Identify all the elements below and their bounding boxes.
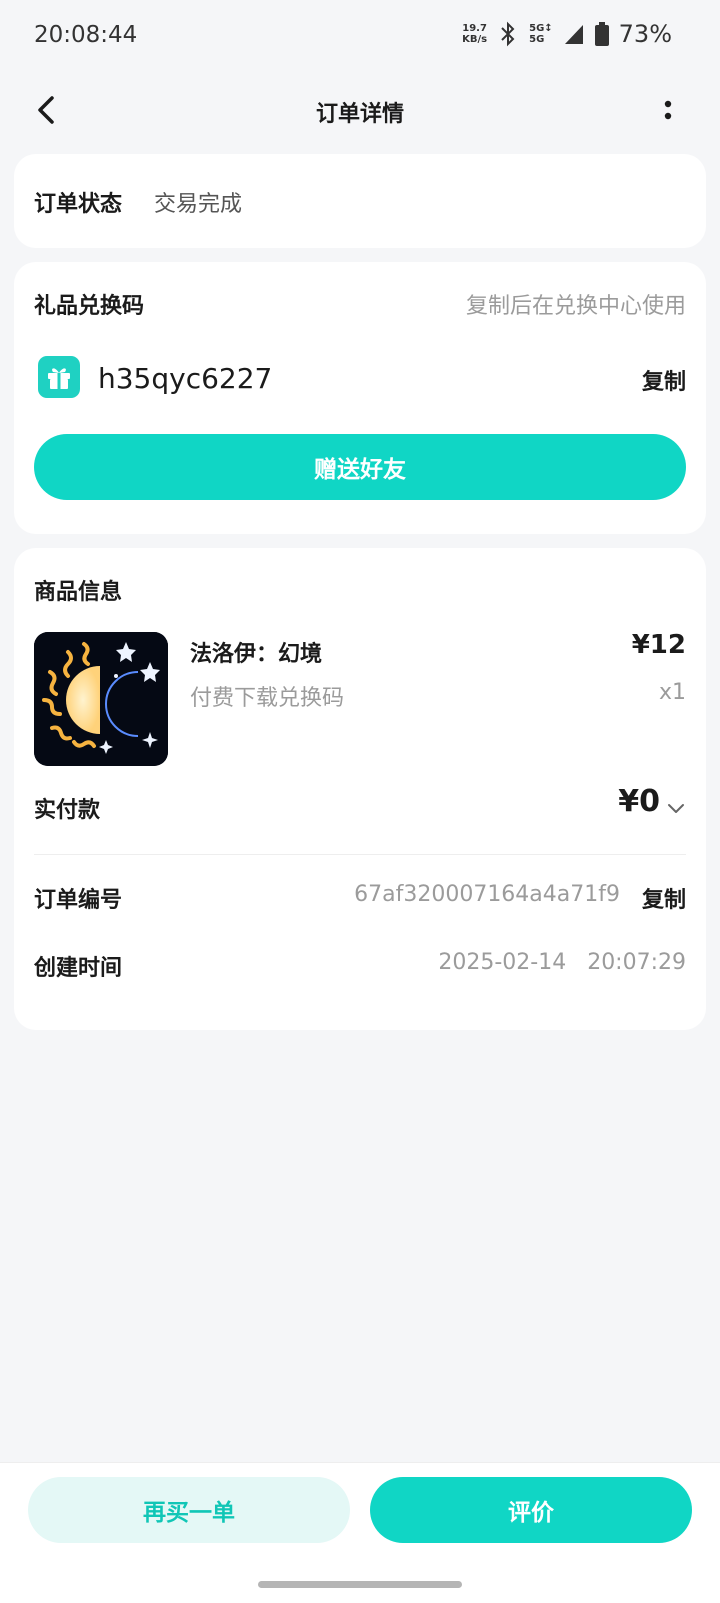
payment-label: 实付款 (34, 798, 101, 823)
created-time-value: 2025-02-14 20:07:29 (438, 950, 686, 975)
network-type-bottom: 5G (529, 34, 545, 45)
copy-gift-code-button[interactable]: 复制 (642, 364, 686, 396)
order-status-card: 订单状态 交易完成 (14, 154, 706, 248)
home-indicator[interactable] (258, 1581, 462, 1588)
page-title: 订单详情 (315, 102, 404, 127)
product-subtitle: 付费下载兑换码 (190, 686, 345, 711)
battery-icon (594, 22, 609, 46)
network-speed-value: 19.7 (462, 23, 487, 34)
sun-moon-game-icon (34, 632, 168, 766)
product-section-title: 商品信息 (34, 580, 123, 605)
gift-icon (38, 356, 80, 398)
gift-code-hint: 复制后在兑换中心使用 (465, 294, 686, 319)
order-number-label: 订单编号 (34, 888, 123, 913)
battery-percent: 73% (618, 20, 672, 48)
order-number-value: 67af320007164a4a71f9 (354, 882, 620, 907)
product-info-card: 商品信息 法洛伊：幻境 付费下载兑换码 ¥12 x1 实付款 ¥0 订单编号 6… (14, 548, 706, 1030)
nav-bar: 订单详情 (0, 72, 720, 150)
status-icons: 19.7 KB/s 5G↕ 5G 73% (462, 20, 672, 48)
network-speed-unit: KB/s (462, 34, 488, 45)
divider (34, 854, 686, 855)
product-name[interactable]: 法洛伊：幻境 (190, 636, 322, 668)
network-speed: 19.7 KB/s (462, 23, 487, 45)
product-quantity: x1 (658, 680, 686, 705)
order-status-label: 订单状态 (34, 192, 123, 217)
bluetooth-icon (501, 21, 515, 47)
product-image[interactable] (34, 632, 168, 766)
payment-amount[interactable]: ¥0 (618, 784, 660, 819)
review-button[interactable]: 评价 (370, 1477, 692, 1543)
status-bar: 20:08:44 19.7 KB/s 5G↕ 5G 73% (0, 0, 720, 72)
network-type: 5G↕ 5G (529, 23, 553, 45)
gift-code-title: 礼品兑换码 (34, 294, 145, 319)
send-to-friend-button[interactable]: 赠送好友 (34, 434, 686, 500)
order-status-value: 交易完成 (154, 192, 243, 217)
status-time: 20:08:44 (34, 22, 138, 48)
created-time-label: 创建时间 (34, 956, 123, 981)
chevron-down-icon[interactable] (666, 798, 686, 818)
buy-again-button[interactable]: 再买一单 (28, 1477, 350, 1543)
more-vertical-icon[interactable] (656, 94, 680, 126)
copy-order-number-button[interactable]: 复制 (642, 882, 686, 914)
gift-code-card: 礼品兑换码 复制后在兑换中心使用 h35qyc6227 复制 赠送好友 (14, 262, 706, 534)
network-type-top: 5G↕ (529, 23, 553, 34)
bottom-action-bar: 再买一单 评价 (0, 1462, 720, 1603)
gift-code-value: h35qyc6227 (98, 362, 273, 395)
signal-icon (564, 25, 583, 44)
product-price: ¥12 (631, 630, 686, 660)
